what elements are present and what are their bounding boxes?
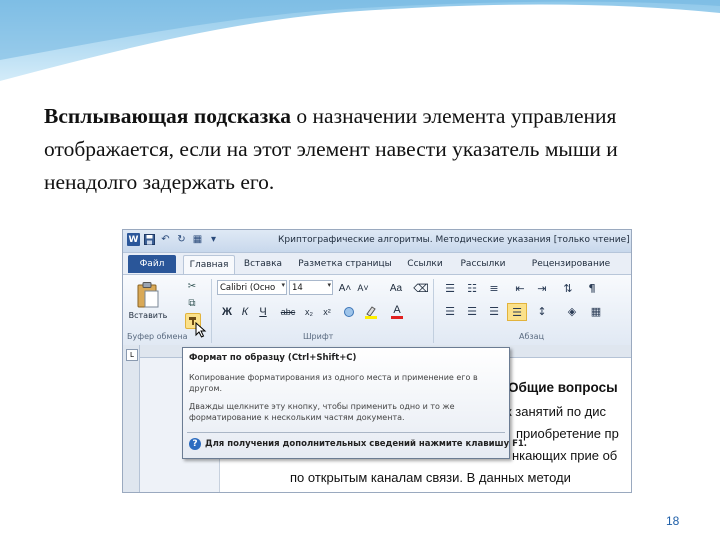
paragraph-group-label: Абзац xyxy=(519,332,545,341)
bold-button[interactable]: Ж xyxy=(219,304,235,320)
multilevel-list-icon[interactable]: ≡ xyxy=(485,280,503,296)
customize-qat-icon[interactable]: ▾ xyxy=(207,233,220,246)
slide-page-number: 18 xyxy=(666,514,680,528)
slide-heading: Всплывающая подсказка о назначении элеме… xyxy=(44,100,684,199)
align-right-icon[interactable]: ☰ xyxy=(485,303,503,319)
window-title: Криптографические алгоритмы. Методически… xyxy=(278,235,632,245)
vertical-ruler: L xyxy=(123,345,140,492)
italic-button[interactable]: К xyxy=(237,304,253,320)
print-preview-icon[interactable]: ▦ xyxy=(191,233,204,246)
tab-page-layout[interactable]: Разметка страницы xyxy=(293,255,397,273)
doc-heading: Общие вопросы xyxy=(508,380,618,395)
redo-icon[interactable]: ↻ xyxy=(175,233,188,246)
shading-icon[interactable]: ◈ xyxy=(563,303,581,319)
tab-references[interactable]: Ссылки xyxy=(403,255,447,273)
superscript-button[interactable]: x² xyxy=(319,304,335,320)
font-group-label: Шрифт xyxy=(303,332,334,341)
decrease-indent-icon[interactable]: ⇤ xyxy=(511,280,529,296)
bullets-icon[interactable]: ☰ xyxy=(441,280,459,296)
font-color-button[interactable]: A xyxy=(389,304,405,320)
font-color-swatch xyxy=(391,316,403,319)
group-separator xyxy=(433,279,434,343)
font-color-label: A xyxy=(393,304,401,316)
copy-icon[interactable]: ⧉ xyxy=(185,296,199,310)
increase-indent-icon[interactable]: ⇥ xyxy=(533,280,551,296)
slide-header-wave xyxy=(0,0,720,83)
doc-text-line: приобретение пр xyxy=(516,426,619,441)
chevron-down-icon: ▾ xyxy=(327,281,331,289)
change-case-button[interactable]: Aa xyxy=(385,280,407,296)
clipboard-icon xyxy=(136,281,160,309)
title-bar: W ↶ ↻ ▦ ▾ Криптографические алгоритмы. М… xyxy=(123,230,631,253)
justify-icon[interactable]: ☰ xyxy=(507,303,527,321)
tooltip-help-text: Для получения дополнительных сведений на… xyxy=(205,439,528,449)
tooltip-description: Дважды щелкните эту кнопку, чтобы примен… xyxy=(189,402,455,422)
shrink-font-button[interactable]: A˅ xyxy=(355,280,371,296)
undo-icon[interactable]: ↶ xyxy=(159,233,172,246)
cut-icon[interactable]: ✂ xyxy=(185,279,199,293)
tooltip-description: Копирование форматирования из одного мес… xyxy=(189,373,478,393)
font-size-combo[interactable]: 14 ▾ xyxy=(289,280,333,295)
subscript-button[interactable]: x₂ xyxy=(301,304,317,320)
help-icon: ? xyxy=(189,438,201,450)
tooltip-title: Формат по образцу (Ctrl+Shift+C) xyxy=(189,353,357,363)
save-icon[interactable] xyxy=(143,233,156,246)
font-name-value: Calibri (Осно xyxy=(220,282,276,293)
text-effects-icon[interactable] xyxy=(341,304,357,320)
strikethrough-button[interactable]: abc xyxy=(277,304,299,320)
group-separator xyxy=(211,279,212,343)
chevron-down-icon: ▾ xyxy=(281,281,285,289)
tab-selector-icon[interactable]: L xyxy=(126,349,138,361)
line-spacing-icon[interactable]: ↕ xyxy=(533,303,551,319)
word-app-icon[interactable]: W xyxy=(127,233,140,246)
doc-text-line: нкающих прие об xyxy=(512,448,618,463)
mouse-pointer-icon xyxy=(195,322,207,338)
doc-text-line: к занятий по дис xyxy=(506,404,607,419)
tooltip-divider xyxy=(187,432,505,433)
font-size-value: 14 xyxy=(292,282,303,293)
word-screenshot: W ↶ ↻ ▦ ▾ Криптографические алгоритмы. М… xyxy=(122,229,632,493)
clear-formatting-icon[interactable]: ⌫ xyxy=(413,280,429,296)
numbering-icon[interactable]: ☷ xyxy=(463,280,481,296)
align-center-icon[interactable]: ☰ xyxy=(463,303,481,319)
grow-font-button[interactable]: A˄ xyxy=(337,280,353,296)
tab-file[interactable]: Файл xyxy=(128,255,176,273)
font-name-combo[interactable]: Calibri (Осно ▾ xyxy=(217,280,287,295)
format-painter-tooltip: Формат по образцу (Ctrl+Shift+C) Копиров… xyxy=(182,347,527,459)
align-left-icon[interactable]: ☰ xyxy=(441,303,459,319)
ribbon-tabs: Файл Главная Вставка Разметка страницы С… xyxy=(123,253,631,274)
quick-access-toolbar: W ↶ ↻ ▦ ▾ xyxy=(127,233,220,246)
paste-button[interactable]: Вставить xyxy=(129,279,167,327)
paste-label: Вставить xyxy=(128,311,168,320)
tab-mailings[interactable]: Рассылки xyxy=(453,255,513,273)
show-marks-icon[interactable]: ¶ xyxy=(583,280,601,296)
tab-home[interactable]: Главная xyxy=(183,255,235,274)
tab-review[interactable]: Рецензирование xyxy=(519,255,623,273)
tab-insert[interactable]: Вставка xyxy=(239,255,287,273)
borders-icon[interactable]: ▦ xyxy=(587,303,605,319)
clipboard-group-label: Буфер обмена xyxy=(127,332,188,341)
underline-button[interactable]: Ч xyxy=(255,304,271,320)
highlight-color-icon[interactable] xyxy=(363,304,379,320)
sort-icon[interactable]: ⇅ xyxy=(559,280,577,296)
heading-bold-term: Всплывающая подсказка xyxy=(44,104,292,128)
doc-text-line: по открытым каналам связи. В данных мето… xyxy=(290,470,571,485)
